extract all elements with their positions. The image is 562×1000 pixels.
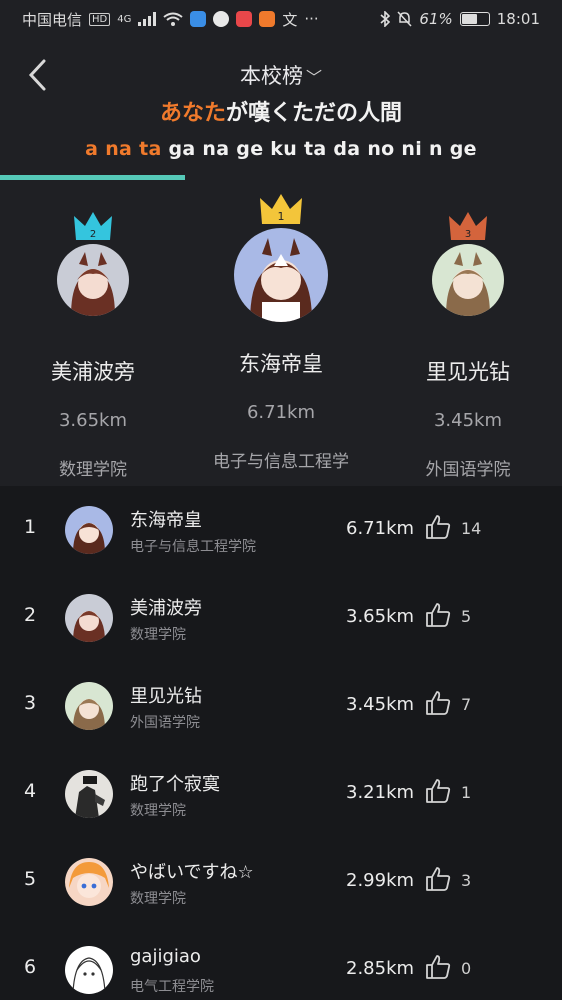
browser-notification-icon xyxy=(213,11,230,27)
like-count: 3 xyxy=(461,871,472,890)
carrier-label: 中国电信 xyxy=(22,10,83,29)
signal-icon xyxy=(138,12,157,26)
like-count: 0 xyxy=(461,959,472,978)
status-bar: 中国电信 HD 4G 文 ··· 61% 18:01 xyxy=(0,0,562,38)
lyric-line-romaji: a na ta ga na ge ku ta da no ni n ge xyxy=(0,138,562,160)
romaji-rest: ga na ge ku ta da no ni n ge xyxy=(161,138,477,160)
runner-distance: 6.71km xyxy=(346,518,415,539)
runner-college: 数理学院 xyxy=(130,627,186,643)
ranking-list: 1 东海帝皇 电子与信息工程学院 6.71km 14 2 美浦波旁 数理学院 3… xyxy=(0,486,562,1000)
lyric-line-main: あなたが嘆くただの人間 xyxy=(0,95,562,127)
rank-number: 3 xyxy=(24,692,37,714)
runner-name: 美浦波旁 xyxy=(130,598,202,619)
runner-college: 数理学院 xyxy=(130,803,186,819)
like-count: 5 xyxy=(461,607,472,626)
runner-college: 数理学院 xyxy=(130,891,186,907)
app-notification-icon xyxy=(190,11,207,27)
avatar xyxy=(57,244,129,316)
runner-college: 电气工程学院 xyxy=(130,979,214,995)
ranking-row[interactable]: 5 やばいですね☆ 数理学院 2.99km 3 xyxy=(0,838,562,926)
lyric-rest: が嘆くただの人間 xyxy=(226,101,403,126)
wifi-icon xyxy=(163,12,183,26)
like-count: 7 xyxy=(461,695,472,714)
translate-icon: 文 xyxy=(282,10,298,29)
rank-number: 5 xyxy=(24,868,37,890)
ranking-row[interactable]: 3 里见光钻 外国语学院 3.45km 7 xyxy=(0,662,562,750)
clock: 18:01 xyxy=(496,10,540,28)
avatar xyxy=(65,858,113,906)
podium-distance: 6.71km xyxy=(246,402,316,423)
shop-notification-icon xyxy=(236,11,253,27)
more-notifications-icon: ··· xyxy=(304,10,319,28)
crown-icon: 3 xyxy=(449,212,487,240)
like-count: 1 xyxy=(461,783,472,802)
ranking-row[interactable]: 4 跑了个寂寞 数理学院 3.21km 1 xyxy=(0,750,562,838)
page-title: 本校榜 xyxy=(239,64,303,88)
romaji-highlight: a na ta xyxy=(85,138,162,160)
ranking-row[interactable]: 6 gajigiao 电气工程学院 2.85km 0 xyxy=(0,926,562,1000)
battery-percent: 61% xyxy=(419,10,453,28)
podium-third[interactable]: 3 里见光钻 3.45km 外国语学院 xyxy=(398,210,538,480)
leaderboard-scope-selector[interactable]: 本校榜 ﹀ xyxy=(0,60,562,90)
podium-college: 电子与信息工程学 xyxy=(213,452,349,472)
runner-name: やばいですね☆ xyxy=(130,862,254,883)
runner-name: 里见光钻 xyxy=(130,686,202,707)
ranking-row[interactable]: 2 美浦波旁 数理学院 3.65km 5 xyxy=(0,574,562,662)
lyric-progress-bar xyxy=(0,175,562,180)
thumbs-up-icon[interactable] xyxy=(425,690,451,716)
svg-text:3: 3 xyxy=(465,229,471,240)
lyric-progress-fill xyxy=(0,175,186,180)
chevron-down-icon: ﹀ xyxy=(305,68,322,87)
runner-college: 电子与信息工程学院 xyxy=(130,539,256,555)
podium-distance: 3.65km xyxy=(58,410,128,431)
avatar xyxy=(65,594,113,642)
podium-second[interactable]: 2 美浦波旁 3.65km 数理学院 xyxy=(23,210,163,480)
svg-text:2: 2 xyxy=(90,229,96,240)
ranking-row[interactable]: 1 东海帝皇 电子与信息工程学院 6.71km 14 xyxy=(0,486,562,574)
avatar xyxy=(65,946,113,994)
podium-college: 数理学院 xyxy=(59,460,127,480)
runner-name: 东海帝皇 xyxy=(130,510,202,531)
thumbs-up-icon[interactable] xyxy=(425,602,451,628)
svg-text:1: 1 xyxy=(278,210,285,223)
bluetooth-icon xyxy=(380,11,391,27)
battery-icon xyxy=(459,12,490,26)
thumbs-up-icon[interactable] xyxy=(425,778,451,804)
avatar xyxy=(65,770,113,818)
hd-badge: HD xyxy=(89,12,111,26)
podium-college: 外国语学院 xyxy=(425,460,511,480)
thumbs-up-icon[interactable] xyxy=(425,866,451,892)
podium-first[interactable]: 1 东海帝皇 6.71km 电子与信息工程学 xyxy=(186,192,376,472)
runner-college: 外国语学院 xyxy=(130,715,200,731)
runner-distance: 3.65km xyxy=(346,606,415,627)
mute-bell-icon xyxy=(397,11,412,27)
thumbs-up-icon[interactable] xyxy=(425,954,451,980)
avatar xyxy=(65,682,113,730)
podium-name: 东海帝皇 xyxy=(239,352,323,376)
avatar xyxy=(65,506,113,554)
runner-distance: 3.45km xyxy=(346,694,415,715)
podium-name: 美浦波旁 xyxy=(51,360,135,384)
runner-distance: 2.99km xyxy=(346,870,415,891)
runner-name: 跑了个寂寞 xyxy=(130,774,220,795)
video-notification-icon xyxy=(259,11,276,27)
network-type: 4G xyxy=(117,13,132,25)
crown-icon: 2 xyxy=(74,212,112,240)
rank-number: 4 xyxy=(24,780,37,802)
top-three-podium: 2 美浦波旁 3.65km 数理学院 1 东海帝皇 6.71km 电子与信息工程… xyxy=(0,190,562,485)
rank-number: 1 xyxy=(24,516,37,538)
runner-name: gajigiao xyxy=(130,946,201,967)
avatar xyxy=(432,244,504,316)
thumbs-up-icon[interactable] xyxy=(425,514,451,540)
rank-number: 6 xyxy=(24,956,37,978)
like-count: 14 xyxy=(461,519,482,538)
podium-name: 里见光钻 xyxy=(426,360,510,384)
runner-distance: 2.85km xyxy=(346,958,415,979)
crown-icon: 1 xyxy=(260,194,302,224)
rank-number: 2 xyxy=(24,604,37,626)
runner-distance: 3.21km xyxy=(346,782,415,803)
avatar xyxy=(234,228,328,322)
lyric-highlight: あなた xyxy=(159,101,226,126)
podium-distance: 3.45km xyxy=(433,410,503,431)
